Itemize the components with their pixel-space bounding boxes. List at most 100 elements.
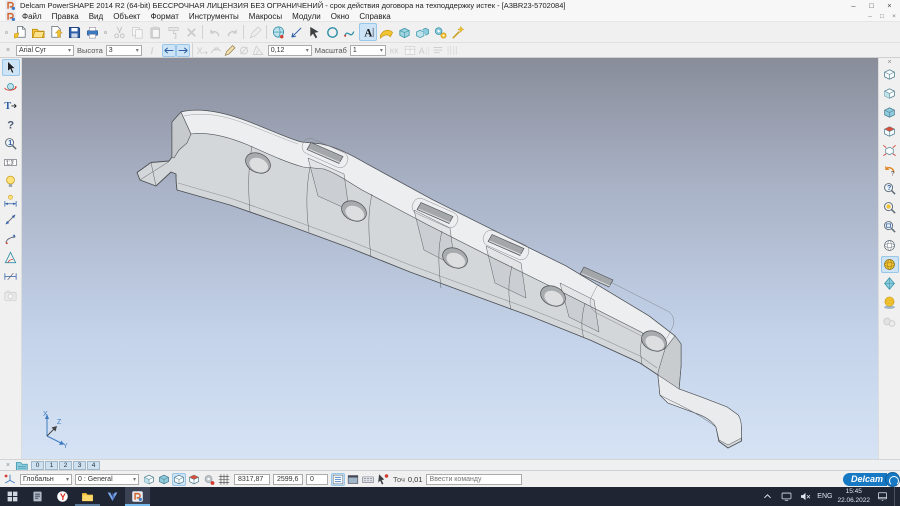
measure-button[interactable]: 1,3 bbox=[2, 154, 20, 171]
mirror-text-button[interactable]: X bbox=[195, 44, 209, 57]
workplane-edit-button[interactable] bbox=[172, 473, 186, 486]
assembly-button[interactable] bbox=[431, 23, 449, 41]
paragraph-button[interactable] bbox=[431, 44, 445, 57]
tray-notification-icon[interactable] bbox=[875, 490, 889, 503]
iso2-view-button[interactable] bbox=[881, 85, 899, 102]
workplane-create-button[interactable] bbox=[142, 473, 156, 486]
workplane-lock-button[interactable] bbox=[187, 473, 201, 486]
pitch-select[interactable]: 0,12 bbox=[268, 45, 312, 56]
mdi-minimize-button[interactable]: – bbox=[864, 11, 876, 22]
dimension-line-button[interactable] bbox=[2, 211, 20, 228]
tangent-edit-button[interactable] bbox=[246, 23, 264, 41]
top-view-button[interactable] bbox=[881, 123, 899, 140]
tray-display-icon[interactable] bbox=[779, 490, 793, 503]
redo-button[interactable] bbox=[223, 23, 241, 41]
menu-item-3[interactable]: Объект bbox=[108, 12, 145, 21]
text-edit-button[interactable]: T bbox=[2, 97, 20, 114]
menu-item-5[interactable]: Инструменты bbox=[184, 12, 244, 21]
select-button[interactable] bbox=[2, 59, 20, 76]
wireframe-view-button[interactable] bbox=[881, 237, 899, 254]
taskbar-app-window[interactable] bbox=[25, 487, 50, 506]
zoom-query-button[interactable]: ? bbox=[881, 180, 899, 197]
shadow-view-button[interactable] bbox=[881, 294, 899, 311]
undo-button[interactable] bbox=[205, 23, 223, 41]
highlight-button[interactable] bbox=[2, 173, 20, 190]
menu-item-0[interactable]: Файл bbox=[17, 12, 47, 21]
cad-model[interactable] bbox=[22, 58, 878, 459]
solid-button[interactable] bbox=[395, 23, 413, 41]
grid-button[interactable] bbox=[217, 473, 231, 486]
format-painter-button[interactable] bbox=[164, 23, 182, 41]
surface-button[interactable] bbox=[377, 23, 395, 41]
workplane-multi-button[interactable] bbox=[157, 473, 171, 486]
dynamic-view-button[interactable] bbox=[2, 78, 20, 95]
menu-item-9[interactable]: Справка bbox=[354, 12, 395, 21]
dimension-horizontal-button[interactable] bbox=[2, 268, 20, 285]
coordinate-z-field[interactable]: 0 bbox=[306, 474, 328, 485]
paste-button[interactable] bbox=[146, 23, 164, 41]
columns-button[interactable] bbox=[445, 44, 459, 57]
start-button[interactable] bbox=[0, 487, 25, 506]
level-tab-4[interactable]: 4 bbox=[87, 461, 100, 470]
tray-chevron-icon[interactable] bbox=[760, 490, 774, 503]
open-model-button[interactable] bbox=[29, 23, 47, 41]
iso3-view-button[interactable] bbox=[881, 104, 899, 121]
minimize-button[interactable]: – bbox=[846, 0, 861, 11]
maximize-button[interactable]: □ bbox=[864, 0, 879, 11]
previous-view-button[interactable]: ? bbox=[881, 161, 899, 178]
print-button[interactable] bbox=[83, 23, 101, 41]
cut-button[interactable] bbox=[110, 23, 128, 41]
zoom-one-button[interactable]: 1 bbox=[2, 135, 20, 152]
copy-button[interactable] bbox=[128, 23, 146, 41]
level-tab-0[interactable]: 0 bbox=[31, 461, 44, 470]
taskbar-file-explorer[interactable] bbox=[75, 487, 100, 506]
compare-view-button[interactable] bbox=[881, 313, 899, 330]
level-tab-3[interactable]: 3 bbox=[73, 461, 86, 470]
level-select[interactable]: 0 : General bbox=[75, 474, 139, 485]
viewport-3d[interactable]: X Y Z bbox=[22, 58, 878, 459]
command-input[interactable] bbox=[426, 474, 522, 485]
levels-close-icon[interactable]: × bbox=[3, 462, 13, 469]
spacing-button[interactable] bbox=[403, 44, 417, 57]
taskbar-powershape[interactable] bbox=[125, 487, 150, 506]
taskbar-cad-viewer[interactable] bbox=[100, 487, 125, 506]
import-button[interactable] bbox=[47, 23, 65, 41]
scale-select[interactable]: 1 bbox=[350, 45, 386, 56]
font-select[interactable]: Arial Cyr bbox=[16, 45, 74, 56]
italic-button[interactable]: I bbox=[145, 44, 159, 57]
tray-volume-muted-icon[interactable] bbox=[798, 490, 812, 503]
snapshot-button[interactable] bbox=[2, 287, 20, 304]
workplane-button[interactable] bbox=[269, 23, 287, 41]
coordinate-y-field[interactable]: 2599,6 bbox=[273, 474, 303, 485]
taskbar-yandex-browser[interactable]: Y bbox=[50, 487, 75, 506]
curve-button[interactable] bbox=[341, 23, 359, 41]
shaded-view-button[interactable] bbox=[881, 256, 899, 273]
zoom-box-button[interactable] bbox=[881, 218, 899, 235]
right-toolbar-close-icon[interactable]: × bbox=[885, 59, 895, 66]
text-button[interactable]: A bbox=[359, 23, 377, 41]
kerning-button[interactable]: КК bbox=[389, 44, 403, 57]
circle-button[interactable] bbox=[323, 23, 341, 41]
raise-window-button[interactable] bbox=[346, 473, 360, 486]
show-desktop-button[interactable] bbox=[894, 487, 899, 506]
menu-item-8[interactable]: Окно bbox=[326, 12, 355, 21]
menu-item-6[interactable]: Макросы bbox=[244, 12, 287, 21]
delete-button[interactable] bbox=[182, 23, 200, 41]
snap-options-button[interactable] bbox=[202, 473, 216, 486]
text-align-left-button[interactable] bbox=[162, 44, 176, 57]
menu-item-2[interactable]: Вид bbox=[84, 12, 108, 21]
menu-item-4[interactable]: Формат bbox=[145, 12, 183, 21]
angle-symbol-button[interactable] bbox=[251, 44, 265, 57]
zoom-full-button[interactable] bbox=[881, 199, 899, 216]
query-button[interactable]: ? bbox=[2, 116, 20, 133]
menu-item-7[interactable]: Модули bbox=[287, 12, 326, 21]
level-tab-2[interactable]: 2 bbox=[59, 461, 72, 470]
workplane-select[interactable]: Глобальн bbox=[20, 474, 72, 485]
tray-clock[interactable]: 15:45 22.06.2022 bbox=[837, 488, 870, 504]
arc-button[interactable] bbox=[305, 23, 323, 41]
text-align-right-button[interactable] bbox=[176, 44, 190, 57]
height-select[interactable]: 3 bbox=[106, 45, 142, 56]
toolbar-close-icon[interactable]: × bbox=[3, 47, 13, 54]
new-model-button[interactable] bbox=[11, 23, 29, 41]
feature-button[interactable] bbox=[413, 23, 431, 41]
